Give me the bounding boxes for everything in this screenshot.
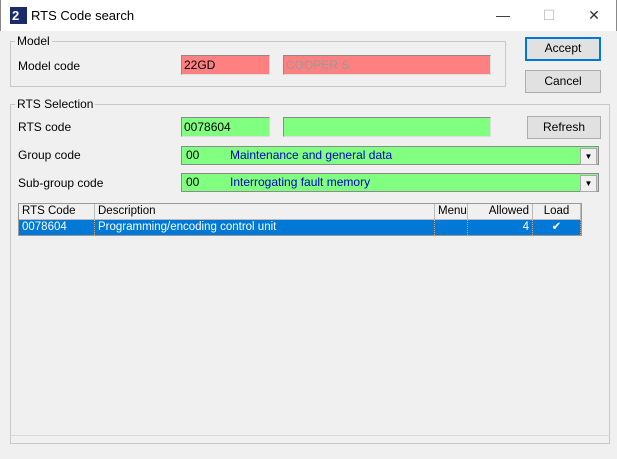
column-header-menu[interactable]: Menu xyxy=(435,204,468,219)
subgroup-code-label: Sub-group code xyxy=(18,176,104,190)
rts-code-field[interactable]: 0078604 xyxy=(181,117,270,137)
app-icon: 2 xyxy=(10,7,27,24)
status-bar-divider xyxy=(10,435,610,436)
subgroup-code-description: Interrogating fault memory xyxy=(230,175,371,189)
cell-menu xyxy=(435,220,468,235)
model-group-label: Model xyxy=(15,34,52,48)
minimize-button[interactable]: — xyxy=(480,0,526,31)
close-button[interactable]: ✕ xyxy=(571,0,617,31)
subgroup-code-value: 00 xyxy=(186,175,200,189)
group-code-value: 00 xyxy=(186,148,200,162)
group-code-label: Group code xyxy=(18,148,81,162)
column-header-description[interactable]: Description xyxy=(95,204,435,219)
cancel-button[interactable]: Cancel xyxy=(525,70,601,93)
accept-button[interactable]: Accept xyxy=(525,37,601,61)
column-header-load[interactable]: Load xyxy=(533,204,581,219)
rts-table[interactable]: RTS Code Description Menu Allowed Load 0… xyxy=(18,203,582,236)
model-name-field: COOPER S xyxy=(283,55,491,75)
table-row[interactable]: 0078604 Programming/encoding control uni… xyxy=(19,220,581,235)
model-code-field[interactable]: 22GD xyxy=(181,55,270,75)
rts-selection-label: RTS Selection xyxy=(15,97,96,111)
refresh-button[interactable]: Refresh xyxy=(527,116,601,139)
maximize-button[interactable]: ☐ xyxy=(526,0,572,31)
window-title: RTS Code search xyxy=(31,8,135,23)
column-header-allowed[interactable]: Allowed xyxy=(468,204,533,219)
group-code-description: Maintenance and general data xyxy=(230,148,393,162)
table-header: RTS Code Description Menu Allowed Load xyxy=(19,204,581,220)
column-header-rts-code[interactable]: RTS Code xyxy=(19,204,95,219)
group-code-combo[interactable]: 00 Maintenance and general data ▼ xyxy=(181,146,599,165)
chevron-down-icon[interactable]: ▼ xyxy=(580,175,597,192)
subgroup-code-combo[interactable]: 00 Interrogating fault memory ▼ xyxy=(181,173,599,192)
rts-code-label: RTS code xyxy=(18,120,72,134)
cell-description: Programming/encoding control unit xyxy=(95,220,435,235)
model-code-label: Model code xyxy=(18,59,81,73)
rts-extra-field[interactable] xyxy=(283,117,491,137)
cell-allowed: 4 xyxy=(468,220,533,235)
title-bar: 2 RTS Code search — ☐ ✕ xyxy=(0,0,617,31)
checkmark-icon[interactable]: ✔ xyxy=(533,220,581,235)
chevron-down-icon[interactable]: ▼ xyxy=(580,148,597,165)
cell-rts-code: 0078604 xyxy=(19,220,95,235)
